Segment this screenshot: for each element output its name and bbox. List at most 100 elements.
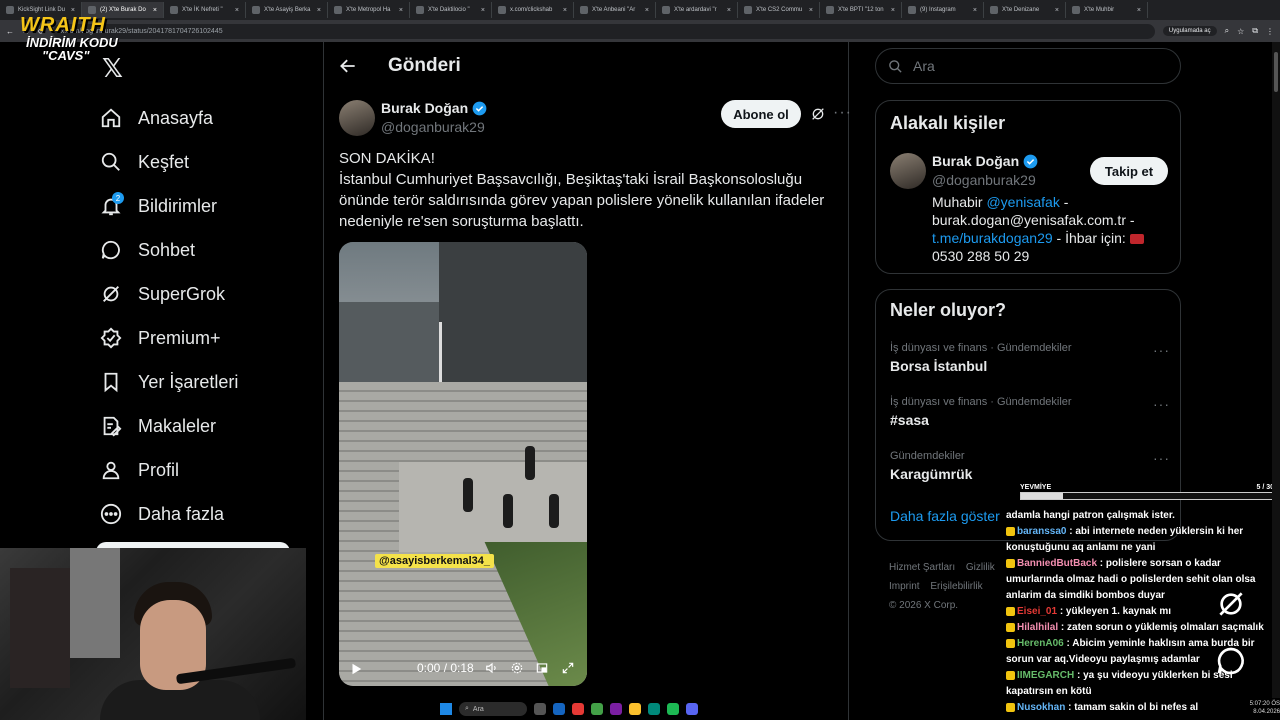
chat-username[interactable]: BanniedButBack <box>1017 558 1097 569</box>
bio-telegram-link[interactable]: t.me/burakdogan29 <box>932 230 1053 246</box>
url-field[interactable]: x.com/doganburak29/status/20417817047261… <box>52 23 1155 39</box>
tab-label: X'te Asayiş Berka <box>264 7 311 13</box>
author-avatar[interactable] <box>339 100 375 136</box>
nav-item-more[interactable]: Daha fazla <box>96 492 316 536</box>
clock-time: 5:07:20 ÖS <box>1249 701 1280 707</box>
menu-icon[interactable]: ⋮ <box>1266 27 1274 36</box>
subscribe-button[interactable]: Abone ol <box>721 100 801 128</box>
tab-close-icon[interactable]: × <box>235 7 239 14</box>
zoom-icon[interactable]: ⌕ <box>1225 26 1229 36</box>
taskbar-app-icon[interactable] <box>572 703 584 715</box>
browser-tab[interactable]: X'te Asayiş Berka × <box>246 2 328 18</box>
footer-link-accessibility[interactable]: Erişilebilirlik <box>930 581 982 592</box>
trend-more-icon[interactable]: ··· <box>1153 396 1170 412</box>
show-more-link[interactable]: Daha fazla göster <box>890 508 1000 524</box>
browser-tab[interactable]: x.com/clickshab × <box>492 2 574 18</box>
taskbar-app-icon[interactable] <box>686 703 698 715</box>
grok-float-icon[interactable] <box>1215 588 1247 620</box>
tab-close-icon[interactable]: × <box>809 7 813 14</box>
tab-close-icon[interactable]: × <box>1055 7 1059 14</box>
taskbar-app-icon[interactable] <box>553 703 565 715</box>
scrollbar-thumb[interactable] <box>1274 52 1278 92</box>
nav-item-premium[interactable]: Premium+ <box>96 316 316 360</box>
trend-more-icon[interactable]: ··· <box>1153 342 1170 358</box>
nav-item-profile[interactable]: Profil <box>96 448 316 492</box>
chat-username[interactable]: HerenA06 <box>1017 638 1064 649</box>
browser-tab[interactable]: (9) Instagram × <box>902 2 984 18</box>
windows-start-icon[interactable] <box>440 703 452 715</box>
tab-close-icon[interactable]: × <box>399 7 403 14</box>
tab-close-icon[interactable]: × <box>563 7 567 14</box>
footer-link-imprint[interactable]: Imprint <box>889 581 920 592</box>
nav-item-articles[interactable]: Makaleler <box>96 404 316 448</box>
x-logo-icon[interactable]: 𝕏 <box>102 55 126 81</box>
grok-explain-icon[interactable] <box>810 106 826 122</box>
author-handle[interactable]: @doganburak29 <box>381 119 485 135</box>
tab-close-icon[interactable]: × <box>71 7 75 14</box>
nav-item-notifications[interactable]: 2 Bildirimler <box>96 184 316 228</box>
tab-close-icon[interactable]: × <box>153 7 157 14</box>
tab-favicon-icon <box>908 6 916 14</box>
taskbar-app-icon[interactable] <box>591 703 603 715</box>
chat-username[interactable]: Eisei_01 <box>1017 606 1057 617</box>
trend-item[interactable]: İş dünyası ve finans · Gündemdekiler #sa… <box>890 396 1170 428</box>
open-in-app-button[interactable]: Uygulamada aç <box>1162 26 1217 36</box>
tab-close-icon[interactable]: × <box>317 7 321 14</box>
tab-close-icon[interactable]: × <box>973 7 977 14</box>
gear-icon[interactable] <box>510 661 524 675</box>
trend-meta: İş dünyası ve finans · Gündemdekiler <box>890 396 1072 408</box>
browser-tab[interactable]: X'te Denizane × <box>984 2 1066 18</box>
fullscreen-icon[interactable] <box>561 661 575 675</box>
play-icon[interactable] <box>349 662 363 676</box>
picture-in-picture-icon[interactable] <box>535 661 549 675</box>
browser-tab[interactable]: X'te Metropol Ha × <box>328 2 410 18</box>
taskbar-search[interactable]: ⌕ Ara <box>459 702 527 716</box>
tab-close-icon[interactable]: × <box>891 7 895 14</box>
taskbar-app-icon[interactable] <box>629 703 641 715</box>
trend-item[interactable]: İş dünyası ve finans · Gündemdekiler Bor… <box>890 342 1170 374</box>
browser-tab[interactable]: X'te BPTI "12 ton × <box>820 2 902 18</box>
nav-item-supergrok[interactable]: SuperGrok <box>96 272 316 316</box>
author-name[interactable]: Burak Doğan <box>381 100 487 116</box>
trend-more-icon[interactable]: ··· <box>1153 450 1170 466</box>
chat-username[interactable]: baranssa0 <box>1017 526 1066 537</box>
bio-mention-link[interactable]: @yenisafak <box>986 194 1059 210</box>
back-arrow-icon[interactable] <box>338 56 358 76</box>
volume-icon[interactable] <box>485 661 499 675</box>
post-more-icon[interactable]: ··· <box>833 104 852 122</box>
browser-tab[interactable]: X'te ardardavi "r × <box>656 2 738 18</box>
tab-close-icon[interactable]: × <box>645 7 649 14</box>
browser-tab[interactable]: X'te Muhbir × <box>1066 2 1148 18</box>
video-watermark: @asayisberkemal34_ <box>375 554 495 568</box>
tab-close-icon[interactable]: × <box>1137 7 1141 14</box>
nav-item-bookmarks[interactable]: Yer İşaretleri <box>96 360 316 404</box>
messages-float-icon[interactable] <box>1215 645 1247 677</box>
extensions-icon[interactable]: ⧉ <box>1252 26 1258 36</box>
footer-link-privacy[interactable]: Gizlilik <box>966 562 995 573</box>
back-nav-icon[interactable]: ← <box>6 27 14 36</box>
nav-item-explore[interactable]: Keşfet <box>96 140 316 184</box>
taskbar-app-icon[interactable] <box>610 703 622 715</box>
browser-tab[interactable]: X'te İK Nefreti " × <box>164 2 246 18</box>
search-input[interactable]: Ara <box>875 48 1181 84</box>
tab-close-icon[interactable]: × <box>727 7 731 14</box>
tab-close-icon[interactable]: × <box>481 7 485 14</box>
chat-username[interactable]: Hilalhilal <box>1017 622 1058 633</box>
browser-tab[interactable]: X'te Anbeani "Ar × <box>574 2 656 18</box>
taskbar-app-icon[interactable] <box>534 703 546 715</box>
taskbar-app-icon[interactable] <box>648 703 660 715</box>
footer-link-terms[interactable]: Hizmet Şartları <box>889 562 955 573</box>
nav-item-chat[interactable]: Sohbet <box>96 228 316 272</box>
related-name[interactable]: Burak Doğan <box>932 153 1038 169</box>
page-scrollbar[interactable] <box>1272 42 1280 698</box>
post-video[interactable]: @asayisberkemal34_ 0:00 / 0:18 <box>339 242 587 686</box>
browser-tab[interactable]: X'te Daktilocio " × <box>410 2 492 18</box>
star-icon[interactable]: ☆ <box>1237 27 1244 36</box>
browser-tab[interactable]: X'te CS2 Commu × <box>738 2 820 18</box>
nav-item-home[interactable]: Anasayfa <box>96 96 316 140</box>
taskbar-app-icon[interactable] <box>667 703 679 715</box>
related-avatar[interactable] <box>890 153 926 189</box>
related-handle[interactable]: @doganburak29 <box>932 172 1036 188</box>
follow-button[interactable]: Takip et <box>1090 157 1168 185</box>
chat-username[interactable]: IIMEGARCH <box>1017 670 1074 681</box>
